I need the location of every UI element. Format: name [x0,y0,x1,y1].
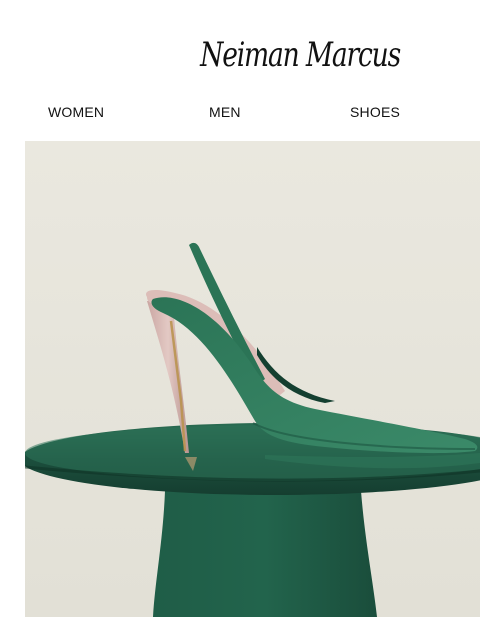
nav-item-women[interactable]: WOMEN [48,100,104,124]
pedestal-base [153,491,377,617]
brand-logo[interactable]: Neiman Marcus [200,22,401,88]
nav-item-shoes[interactable]: SHOES [350,100,400,124]
hero-illustration [25,141,480,617]
brand-logo-text: Neiman Marcus [200,35,401,75]
nav-item-men[interactable]: MEN [209,100,241,124]
main-nav: WOMEN MEN SHOES [0,100,480,124]
hero-image[interactable] [25,141,480,617]
email-page: Neiman Marcus WOMEN MEN SHOES [0,0,480,640]
